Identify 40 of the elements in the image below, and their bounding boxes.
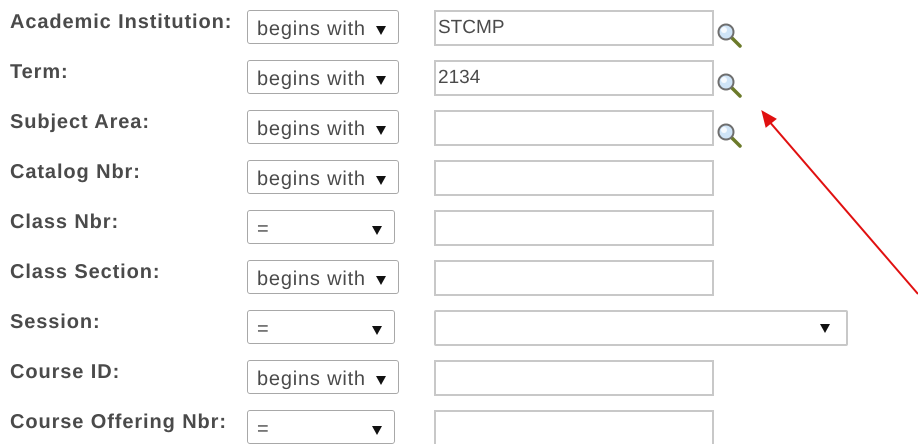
operator-dropdown[interactable]: begins with [247, 360, 399, 394]
operator-dropdown[interactable]: begins with [247, 60, 399, 94]
field-label: Course ID: [9, 361, 122, 384]
field-label: Class Nbr: [9, 211, 120, 234]
caret-icon [376, 74, 386, 84]
input-field[interactable] [434, 160, 714, 196]
operator-dropdown[interactable]: begins with [247, 110, 399, 144]
operator-dropdown[interactable]: = [247, 210, 395, 244]
caret-icon [372, 424, 382, 434]
input-field[interactable] [434, 360, 714, 396]
input-field[interactable] [434, 410, 714, 444]
search-icon[interactable] [716, 22, 742, 48]
operator-dropdown[interactable]: = [247, 410, 395, 444]
input-field[interactable]: 2134 [434, 60, 714, 96]
input-field[interactable] [434, 260, 714, 296]
caret-icon [376, 274, 386, 284]
operator-dropdown[interactable]: begins with [247, 10, 399, 44]
field-label: Subject Area: [9, 111, 151, 134]
field-label: Catalog Nbr: [9, 161, 142, 184]
caret-icon [376, 24, 386, 34]
field-label: Course Offering Nbr: [9, 411, 228, 434]
operator-dropdown[interactable]: begins with [247, 260, 399, 294]
field-label: Term: [9, 61, 70, 84]
input-field[interactable]: STCMP [434, 10, 714, 46]
caret-icon [376, 174, 386, 184]
search-icon[interactable] [716, 122, 742, 148]
search-icon[interactable] [716, 72, 742, 98]
input-field[interactable] [434, 110, 714, 146]
field-label: Academic Institution: [9, 11, 234, 34]
field-label: Session: [9, 311, 102, 334]
field-label: Class Section: [9, 261, 162, 284]
operator-dropdown[interactable]: begins with [247, 160, 399, 194]
caret-icon [376, 374, 386, 384]
caret-icon [372, 224, 382, 234]
dropdown-field[interactable] [434, 310, 848, 346]
operator-dropdown[interactable]: = [247, 310, 395, 344]
caret-icon [820, 323, 830, 333]
input-field[interactable] [434, 210, 714, 246]
caret-icon [376, 124, 386, 134]
caret-icon [372, 324, 382, 334]
